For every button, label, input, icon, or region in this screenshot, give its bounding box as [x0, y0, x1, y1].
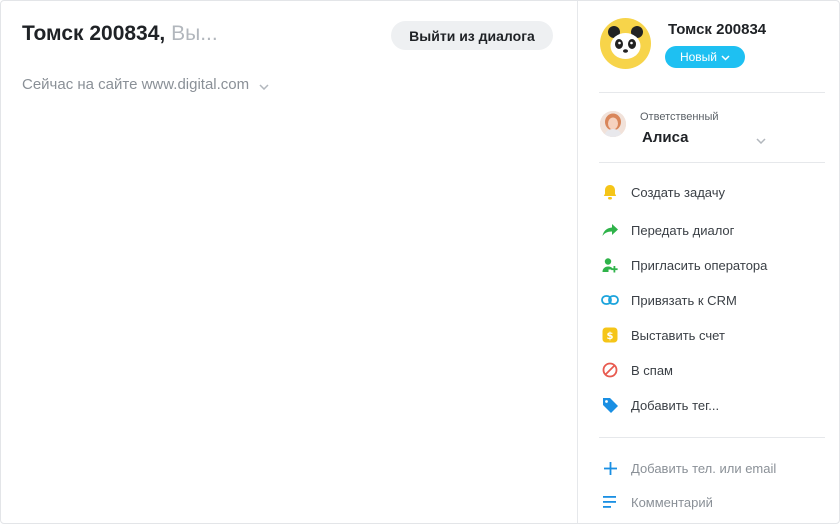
- online-status-dropdown[interactable]: Сейчас на сайте www.digital.com: [22, 76, 269, 94]
- online-status-text: Сейчас на сайте www.digital.com: [22, 76, 250, 93]
- action-label: Передать диалог: [631, 222, 735, 238]
- action-label: Пригласить оператора: [631, 257, 768, 273]
- exit-dialog-button[interactable]: Выйти из диалога: [391, 21, 553, 50]
- forward-arrow-icon: [600, 220, 620, 240]
- link-icon: [600, 290, 620, 310]
- issue-invoice-button[interactable]: $ Выставить счет: [600, 325, 725, 345]
- create-task-button[interactable]: Создать задачу: [600, 182, 725, 202]
- dialog-title-main: Томск 200834,: [22, 22, 166, 45]
- bell-icon: [600, 182, 620, 202]
- dialog-title-suffix: Вы...: [171, 22, 218, 45]
- client-sidebar: Томск 200834 Новый Ответственный Алиса С…: [579, 1, 839, 523]
- svg-text:$: $: [607, 331, 614, 342]
- chevron-down-icon: [721, 50, 730, 64]
- action-label: Привязать к CRM: [631, 292, 737, 308]
- link-crm-button[interactable]: Привязать к CRM: [600, 290, 737, 310]
- action-label: Создать задачу: [631, 184, 726, 200]
- divider: [599, 162, 825, 163]
- action-label: В спам: [631, 362, 673, 378]
- add-contact-button[interactable]: Добавить тел. или email: [600, 458, 776, 478]
- comment-button[interactable]: Комментарий: [600, 492, 713, 512]
- client-status-dropdown[interactable]: Новый: [665, 46, 745, 68]
- chat-window: Томск 200834, Вы... Выйти из диалога Сей…: [0, 0, 840, 524]
- chevron-down-icon: [259, 77, 269, 94]
- mark-spam-button[interactable]: В спам: [600, 360, 673, 380]
- client-avatar-panda: [600, 18, 651, 69]
- action-label: Добавить тег...: [631, 397, 720, 413]
- forward-dialog-button[interactable]: Передать диалог: [600, 220, 734, 240]
- divider: [599, 92, 825, 93]
- invite-operator-button[interactable]: Пригласить оператора: [600, 255, 767, 275]
- tag-icon: [600, 395, 620, 415]
- action-label: Выставить счет: [631, 327, 725, 343]
- responsible-label: Ответственный: [640, 111, 719, 123]
- add-user-icon: [600, 255, 620, 275]
- plus-icon: [600, 458, 620, 478]
- dialog-title: Томск 200834, Вы...: [22, 22, 218, 46]
- dollar-icon: $: [600, 325, 620, 345]
- responsible-avatar: [600, 111, 626, 137]
- divider: [599, 437, 825, 438]
- add-tag-button[interactable]: Добавить тег...: [600, 395, 719, 415]
- client-status-label: Новый: [679, 50, 718, 64]
- action-label: Комментарий: [631, 494, 713, 510]
- action-label: Добавить тел. или email: [631, 460, 777, 476]
- client-name: Томск 200834: [668, 21, 767, 38]
- responsible-name[interactable]: Алиса: [642, 129, 688, 146]
- chevron-down-icon[interactable]: [756, 131, 766, 149]
- comment-lines-icon: [600, 492, 620, 512]
- ban-icon: [600, 360, 620, 380]
- dialog-panel: Томск 200834, Вы... Выйти из диалога Сей…: [1, 1, 578, 523]
